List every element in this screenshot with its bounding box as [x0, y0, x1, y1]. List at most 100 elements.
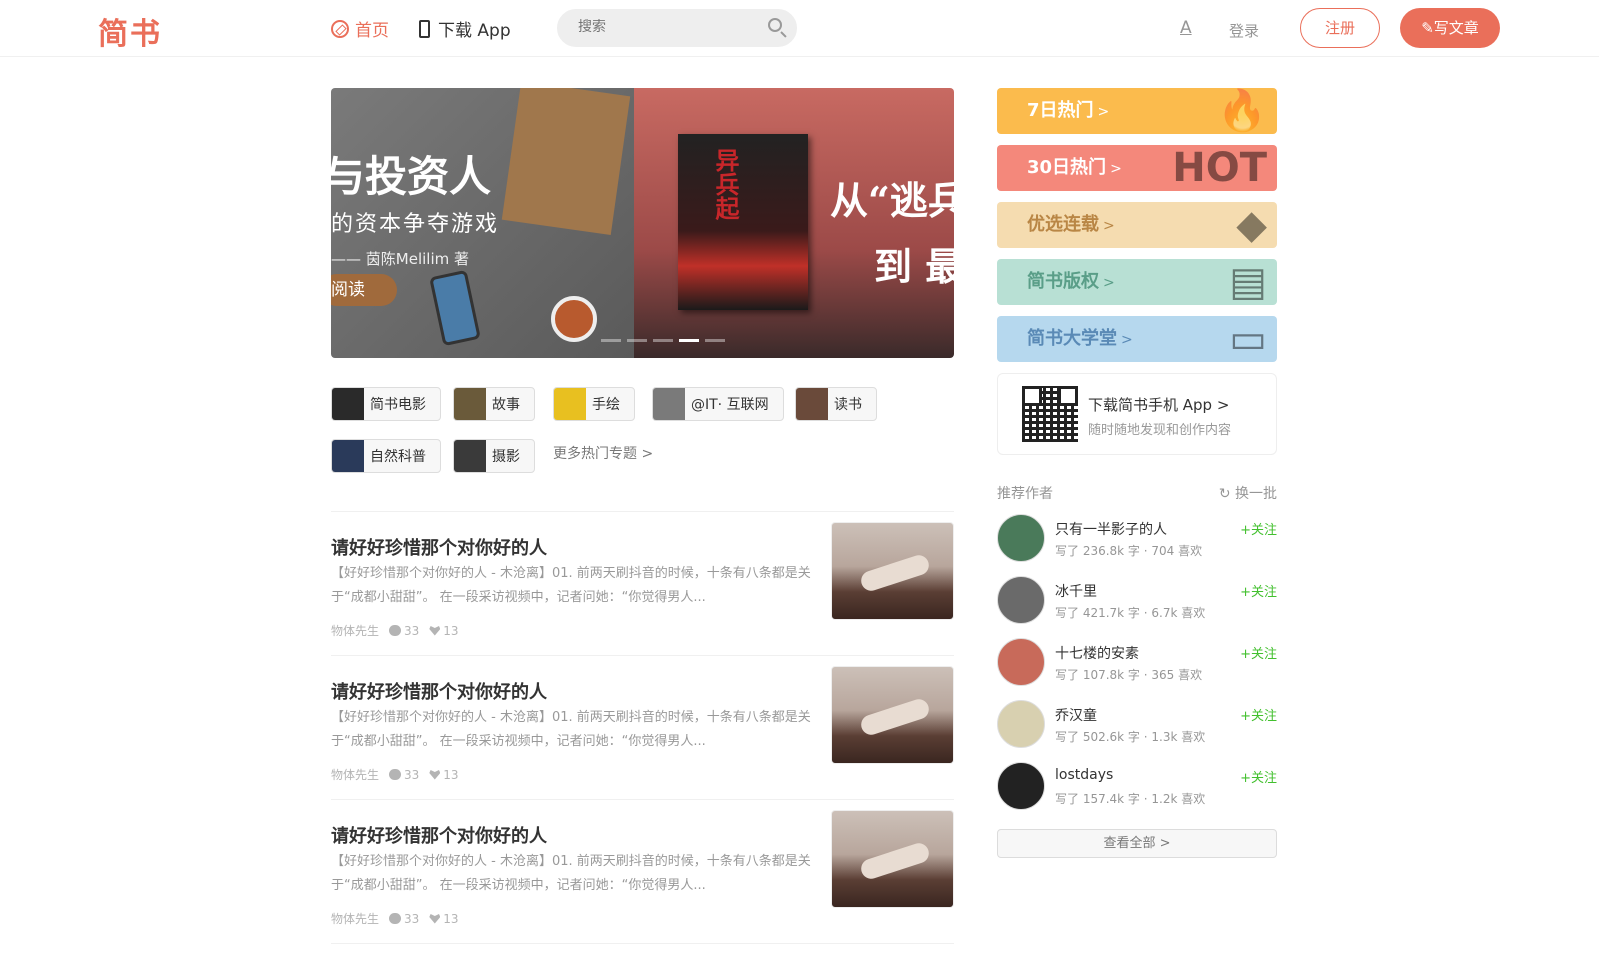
comment-icon	[389, 913, 402, 924]
switch-label: 换一批	[1235, 486, 1277, 502]
board-label: 7日热门	[1027, 100, 1094, 121]
heart-icon	[429, 626, 441, 636]
topic-movie[interactable]: 简书电影	[331, 387, 441, 421]
topic-label: 故事	[492, 397, 520, 413]
register-button[interactable]: 注册	[1300, 8, 1380, 48]
follow-button[interactable]: +关注	[1240, 519, 1277, 538]
topic-label: 简书电影	[370, 397, 426, 413]
board-30day-hot[interactable]: 30日热门 > HOT	[997, 145, 1277, 191]
follow-button[interactable]: +关注	[1240, 581, 1277, 600]
chevron-right-icon: >	[1110, 161, 1122, 177]
follow-button[interactable]: +关注	[1240, 705, 1277, 724]
article-item[interactable]: 请好好珍惜那个对你好的人 【好好珍惜那个对你好的人 - 木沧离】01. 前两天刷…	[331, 522, 954, 654]
topic-science[interactable]: 自然科普	[331, 439, 441, 473]
chevron-right-icon: >	[1097, 104, 1110, 120]
board-college[interactable]: 简书大学堂 > ▭	[997, 316, 1277, 362]
download-app-card[interactable]: 下载简书手机 App > 随时随地发现和创作内容	[997, 373, 1277, 455]
nav-download-app[interactable]: 下载 App	[419, 16, 511, 41]
author-name[interactable]: 乔汉童	[1055, 705, 1097, 725]
download-title: 下载简书手机 App >	[1088, 396, 1230, 414]
author-item: 乔汉童 写了 502.6k 字 · 1.3k 喜欢 +关注	[997, 700, 1277, 750]
carousel-dot[interactable]	[705, 339, 725, 342]
article-likes: 13	[429, 768, 459, 782]
typewriter-icon: ▤	[1229, 259, 1267, 305]
font-style-toggle[interactable]: A	[1180, 18, 1192, 38]
article-author[interactable]: 物体先生	[331, 622, 379, 639]
more-topics-link[interactable]: 更多热门专题 >	[553, 443, 653, 463]
carousel-indicators	[601, 339, 725, 342]
topic-label: @IT· 互联网	[691, 397, 769, 413]
author-stats: 写了 107.8k 字 · 365 喜欢	[1055, 668, 1203, 682]
login-link[interactable]: 登录	[1229, 20, 1259, 41]
banner-slide-book[interactable]: 异兵起 从“逃兵 到 最	[634, 88, 954, 358]
like-count: 13	[443, 623, 459, 638]
board-7day-hot[interactable]: 7日热门 > 🔥	[997, 88, 1277, 134]
author-name[interactable]: 十七楼的安素	[1055, 643, 1139, 663]
article-thumbnail[interactable]	[831, 666, 954, 764]
divider	[331, 511, 954, 512]
hot-badge-icon: HOT	[1172, 145, 1267, 191]
avatar[interactable]	[997, 700, 1045, 748]
article-thumbnail[interactable]	[831, 810, 954, 908]
topic-photography[interactable]: 摄影	[453, 439, 535, 473]
article-title[interactable]: 请好好珍惜那个对你好的人	[331, 822, 547, 848]
banner-carousel[interactable]: 与投资人 的资本争夺游戏 —— 茵陈Melilim 著 阅读 异兵起 从“逃兵 …	[331, 88, 954, 358]
article-item[interactable]: 请好好珍惜那个对你好的人 【好好珍惜那个对你好的人 - 木沧离】01. 前两天刷…	[331, 810, 954, 942]
carousel-dot[interactable]	[601, 339, 621, 342]
banner-read-button[interactable]: 阅读	[331, 274, 397, 306]
author-name[interactable]: 只有一半影子的人	[1055, 519, 1167, 539]
board-copyright[interactable]: 简书版权 > ▤	[997, 259, 1277, 305]
avatar[interactable]	[997, 514, 1045, 562]
author-item: lostdays 写了 157.4k 字 · 1.2k 喜欢 +关注	[997, 762, 1277, 812]
author-name[interactable]: 冰千里	[1055, 581, 1097, 601]
comment-count: 33	[404, 911, 420, 926]
article-title[interactable]: 请好好珍惜那个对你好的人	[331, 678, 547, 704]
board-label: 优选连载	[1027, 214, 1099, 235]
article-author[interactable]: 物体先生	[331, 910, 379, 927]
follow-button[interactable]: +关注	[1240, 643, 1277, 662]
heart-icon	[429, 770, 441, 780]
topic-it[interactable]: @IT· 互联网	[652, 387, 784, 421]
write-article-button[interactable]: ✎写文章	[1400, 8, 1500, 48]
jianshu-logo[interactable]: 简书	[98, 9, 162, 53]
article-title[interactable]: 请好好珍惜那个对你好的人	[331, 534, 547, 560]
carousel-dot[interactable]	[653, 339, 673, 342]
avatar[interactable]	[997, 576, 1045, 624]
article-comments[interactable]: 33	[389, 768, 419, 782]
search-input[interactable]	[578, 19, 758, 35]
article-author[interactable]: 物体先生	[331, 766, 379, 783]
article-likes: 13	[429, 623, 459, 638]
chevron-right-icon: >	[1121, 332, 1133, 348]
author-stats: 写了 157.4k 字 · 1.2k 喜欢	[1055, 792, 1206, 806]
article-item[interactable]: 请好好珍惜那个对你好的人 【好好珍惜那个对你好的人 - 木沧离】01. 前两天刷…	[331, 666, 954, 798]
comment-icon	[389, 769, 402, 780]
author-name[interactable]: lostdays	[1055, 767, 1113, 783]
like-count: 13	[443, 911, 459, 926]
article-thumbnail[interactable]	[831, 522, 954, 620]
topic-label: 自然科普	[370, 449, 426, 465]
carousel-dot[interactable]	[627, 339, 647, 342]
topic-drawing[interactable]: 手绘	[553, 387, 635, 421]
follow-button[interactable]: +关注	[1240, 767, 1277, 786]
board-serial[interactable]: 优选连载 > ◆	[997, 202, 1277, 248]
article-comments[interactable]: 33	[389, 912, 419, 926]
topic-reading[interactable]: 读书	[795, 387, 877, 421]
nav-home[interactable]: 首页	[331, 16, 389, 41]
topic-story[interactable]: 故事	[453, 387, 535, 421]
avatar[interactable]	[997, 762, 1045, 810]
avatar[interactable]	[997, 638, 1045, 686]
banner-slide1-subtitle: 的资本争夺游戏	[331, 212, 500, 237]
nav-home-label: 首页	[355, 21, 389, 41]
banner-slide2-quote-2: 到 最	[874, 244, 954, 289]
banner-slide-investor[interactable]: 与投资人 的资本争夺游戏 —— 茵陈Melilim 著 阅读	[331, 88, 634, 358]
article-comments[interactable]: 33	[389, 624, 419, 638]
chevron-right-icon: >	[1103, 218, 1115, 234]
view-all-authors-button[interactable]: 查看全部 >	[997, 829, 1277, 858]
topic-thumb	[332, 440, 364, 472]
switch-batch-button[interactable]: ↻ 换一批	[1219, 483, 1277, 503]
qr-code-icon	[1022, 386, 1078, 442]
banner-book-cover: 异兵起	[678, 134, 808, 310]
write-label: 写文章	[1433, 19, 1479, 37]
carousel-dot-active[interactable]	[679, 339, 699, 342]
search-icon[interactable]	[768, 18, 782, 32]
